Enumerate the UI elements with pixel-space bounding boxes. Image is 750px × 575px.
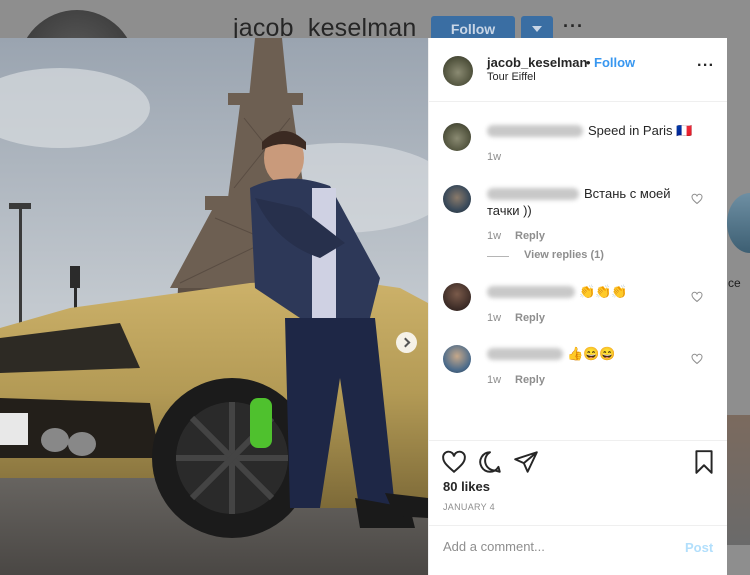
add-comment-input[interactable] <box>443 539 663 554</box>
view-replies-button[interactable]: View replies (1) <box>524 249 604 261</box>
commenter-avatar[interactable] <box>443 283 471 311</box>
post-details-panel: jacob_keselman • Follow Tour Eiffel ··· … <box>428 38 727 575</box>
post-location[interactable]: Tour Eiffel <box>487 71 536 83</box>
author-avatar[interactable] <box>443 56 473 86</box>
post-photo-illustration <box>0 38 428 575</box>
profile-more-icon[interactable]: ··· <box>563 16 584 37</box>
blurred-username <box>487 348 563 360</box>
commenter-avatar[interactable] <box>443 123 471 151</box>
post-date: JANUARY 4 <box>443 502 495 512</box>
heart-icon[interactable] <box>441 449 467 475</box>
chevron-down-icon <box>532 26 542 32</box>
comment-text: 👍😄😄 <box>567 346 616 361</box>
reply-button[interactable]: Reply <box>515 374 545 386</box>
bookmark-icon[interactable] <box>691 449 717 475</box>
highlight-label: ce <box>728 276 741 290</box>
comment-like-heart-icon[interactable] <box>691 353 703 365</box>
comment-text: Speed in Paris 🇫🇷 <box>588 123 693 138</box>
reply-button[interactable]: Reply <box>515 230 545 242</box>
commenter-avatar[interactable] <box>443 345 471 373</box>
divider <box>429 525 727 526</box>
blurred-username <box>487 125 583 137</box>
grid-thumbnail[interactable] <box>727 415 750 545</box>
post-header: jacob_keselman • Follow Tour Eiffel ··· <box>429 38 727 102</box>
chevron-right-icon <box>400 337 411 348</box>
post-photo[interactable] <box>0 38 428 575</box>
divider <box>429 440 727 441</box>
highlight-circle[interactable] <box>727 193 750 253</box>
comment-time: 1w <box>487 151 502 163</box>
comment-bubble-icon[interactable] <box>477 449 503 475</box>
likes-count[interactable]: 80 likes <box>443 479 490 494</box>
comment-time: 1w <box>487 230 502 242</box>
comment-time: 1w <box>487 312 502 324</box>
more-options-icon[interactable]: ··· <box>697 57 714 75</box>
comment-like-heart-icon[interactable] <box>691 291 703 303</box>
comment-like-heart-icon[interactable] <box>691 193 703 205</box>
comment-text-line2: тачки )) <box>487 203 532 218</box>
next-photo-button[interactable] <box>396 332 417 353</box>
blurred-username <box>487 188 579 200</box>
author-username[interactable]: jacob_keselman <box>487 55 587 70</box>
header-separator: • <box>586 55 591 70</box>
post-comment-button[interactable]: Post <box>685 540 713 555</box>
header-follow-button[interactable]: Follow <box>594 55 635 70</box>
comment-text-line1: Встань с моей <box>584 186 671 201</box>
reply-button[interactable]: Reply <box>515 312 545 324</box>
replies-line <box>487 256 509 257</box>
paper-plane-icon[interactable] <box>513 449 539 475</box>
commenter-avatar[interactable] <box>443 185 471 213</box>
blurred-username <box>487 286 575 298</box>
comment-time: 1w <box>487 374 502 386</box>
comment-text: 👏👏👏 <box>579 284 628 299</box>
